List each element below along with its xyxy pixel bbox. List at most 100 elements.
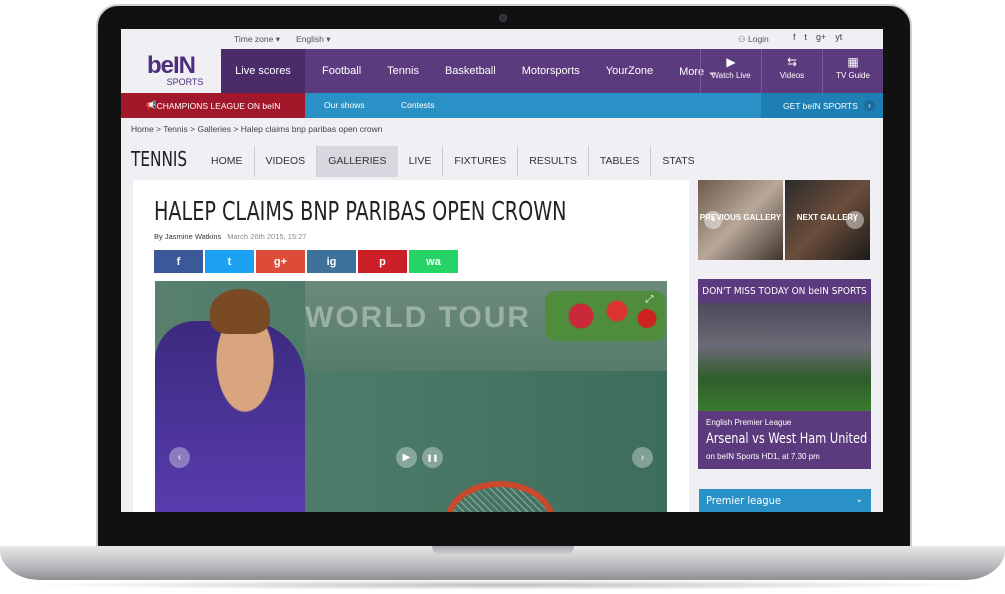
photo-player: [155, 321, 305, 512]
nav-yourzone[interactable]: YourZone: [606, 65, 653, 77]
language-selector[interactable]: English ▾: [296, 34, 331, 45]
laptop-frame: Time zone ▾ English ▾ ⚇ Login f t g+ yt …: [0, 0, 1005, 594]
live-scores-link[interactable]: Live scores: [221, 49, 305, 93]
nav-motorsports[interactable]: Motorsports: [522, 65, 580, 77]
photo-wall-text: WORLD TOUR: [305, 301, 532, 334]
match-photo: [698, 303, 871, 411]
gallery-navigation: ‹ PREVIOUS GALLERY › NEXT GALLERY: [698, 180, 870, 260]
browser-screen: Time zone ▾ English ▾ ⚇ Login f t g+ yt …: [121, 29, 883, 512]
tv-guide-button[interactable]: ▦ TV Guide: [822, 49, 883, 93]
google-plus-icon: g+: [273, 255, 288, 268]
match-title: Arsenal vs West Ham United: [706, 431, 868, 447]
contests-link[interactable]: Contests: [401, 100, 435, 110]
champions-league-link[interactable]: 📢 CHAMPIONS LEAGUE ON beIN: [121, 93, 305, 118]
gallery-play-button[interactable]: ▶: [396, 447, 417, 468]
gallery-next-button[interactable]: ›: [632, 447, 653, 468]
tab-videos[interactable]: VIDEOS: [255, 146, 318, 177]
laptop-shadow: [20, 580, 985, 590]
tab-live[interactable]: LIVE: [398, 146, 444, 177]
tab-tables[interactable]: TABLES: [589, 146, 652, 177]
pause-icon: ❚❚: [426, 454, 439, 462]
share-google-plus-button[interactable]: g+: [256, 250, 305, 273]
timezone-selector[interactable]: Time zone ▾: [234, 34, 280, 45]
social-links: f t g+ yt: [793, 32, 842, 42]
tab-results[interactable]: RESULTS: [518, 146, 589, 177]
our-shows-link[interactable]: Our shows: [324, 100, 365, 110]
gallery-prev-button[interactable]: ‹: [169, 447, 190, 468]
tab-galleries[interactable]: GALLERIES: [317, 146, 398, 177]
tab-fixtures[interactable]: FIXTURES: [443, 146, 519, 177]
laptop-notch: [432, 546, 574, 556]
section-header: TENNIS HOME VIDEOS GALLERIES LIVE FIXTUR…: [131, 143, 881, 177]
gallery-pause-button[interactable]: ❚❚: [422, 447, 443, 468]
photo-player-hair: [210, 289, 270, 334]
logo-main-text: beIN: [146, 52, 196, 79]
fullscreen-button[interactable]: ⤢: [639, 289, 660, 310]
share-facebook-button[interactable]: f: [154, 250, 203, 273]
dont-miss-header: DON'T MISS TODAY ON beIN SPORTS: [702, 285, 867, 297]
pinterest-icon: p: [379, 255, 386, 268]
share-whatsapp-button[interactable]: wa: [409, 250, 458, 273]
utility-bar: Time zone ▾ English ▾ ⚇ Login f t g+ yt: [121, 29, 883, 49]
article-headline: HALEP CLAIMS BNP PARIBAS OPEN CROWN: [154, 197, 567, 227]
twitter-icon[interactable]: t: [805, 32, 808, 42]
nav-tennis[interactable]: Tennis: [387, 65, 419, 77]
dont-miss-card[interactable]: DON'T MISS TODAY ON beIN SPORTS English …: [698, 279, 871, 469]
bein-logo[interactable]: beIN SPORTS: [121, 49, 221, 93]
play-icon: ▶: [726, 55, 736, 69]
play-icon: ▶: [402, 452, 411, 463]
whatsapp-icon: wa: [426, 255, 441, 268]
tv-guide-label: TV Guide: [836, 71, 870, 80]
champions-label: CHAMPIONS LEAGUE ON beIN: [156, 100, 281, 111]
section-title: TENNIS: [131, 147, 188, 171]
article: HALEP CLAIMS BNP PARIBAS OPEN CROWN By J…: [133, 180, 689, 512]
watch-live-label: Watch Live: [711, 71, 751, 80]
publish-date: March 26th 2015, 15:27: [227, 232, 307, 241]
instagram-icon: ig: [326, 255, 337, 268]
nav-football[interactable]: Football: [322, 65, 361, 77]
league-dropdown[interactable]: Premier league ⌄: [699, 489, 871, 512]
chevron-left-icon: ‹: [704, 211, 722, 229]
match-competition: English Premier League: [706, 418, 792, 427]
share-bar: f t g+ ig p wa: [154, 250, 458, 273]
share-pinterest-button[interactable]: p: [358, 250, 407, 273]
sub-nav: 📢 CHAMPIONS LEAGUE ON beIN Our shows Con…: [121, 93, 883, 118]
chevron-right-icon: ›: [640, 452, 645, 463]
tab-stats[interactable]: STATS: [651, 146, 705, 177]
byline: By Jasmine Watkins March 26th 2015, 15:27: [154, 232, 306, 241]
share-twitter-button[interactable]: t: [205, 250, 254, 273]
camera-icon: [499, 14, 507, 22]
arrow-right-icon: ›: [863, 100, 875, 111]
facebook-icon: f: [176, 255, 181, 268]
league-label: Premier league: [706, 494, 781, 507]
section-tabs: HOME VIDEOS GALLERIES LIVE FIXTURES RESU…: [200, 146, 706, 177]
nav-links: Football Tennis Basketball Motorsports Y…: [305, 49, 725, 93]
chevron-right-icon: ›: [846, 211, 864, 229]
gallery-photo[interactable]: WORLD TOUR ‹ ▶ ❚❚ › ⤢: [155, 281, 667, 512]
google-plus-icon[interactable]: g+: [816, 32, 826, 42]
logo-sub-text: SPORTS: [166, 77, 204, 87]
login-label: Login: [747, 34, 769, 44]
next-gallery-link[interactable]: › NEXT GALLERY: [785, 180, 870, 260]
login-link[interactable]: ⚇ Login: [738, 34, 769, 45]
get-bein-label: GET beIN SPORTS: [783, 100, 858, 111]
author[interactable]: By Jasmine Watkins: [154, 232, 221, 241]
twitter-icon: t: [227, 255, 232, 268]
chevron-down-icon: ⌄: [855, 494, 863, 505]
photo-racket: [445, 481, 555, 512]
match-broadcast-time: on beIN Sports HD1, at 7.30 pm: [706, 452, 820, 461]
user-icon: ⚇: [738, 34, 748, 44]
grid-icon: ▦: [847, 55, 859, 69]
get-bein-button[interactable]: GET beIN SPORTS ›: [761, 93, 883, 118]
previous-gallery-link[interactable]: ‹ PREVIOUS GALLERY: [698, 180, 783, 260]
share-instagram-button[interactable]: ig: [307, 250, 356, 273]
facebook-icon[interactable]: f: [793, 32, 796, 42]
youtube-icon[interactable]: yt: [835, 32, 842, 42]
nav-basketball[interactable]: Basketball: [445, 65, 496, 77]
breadcrumb[interactable]: Home > Tennis > Galleries > Halep claims…: [131, 124, 382, 134]
tab-home[interactable]: HOME: [200, 146, 255, 177]
watch-live-button[interactable]: ▶ Watch Live: [700, 49, 761, 93]
main-nav: beIN SPORTS Live scores Football Tennis …: [121, 49, 883, 93]
videos-button[interactable]: ⇆ Videos: [761, 49, 822, 93]
chevron-left-icon: ‹: [177, 452, 182, 463]
